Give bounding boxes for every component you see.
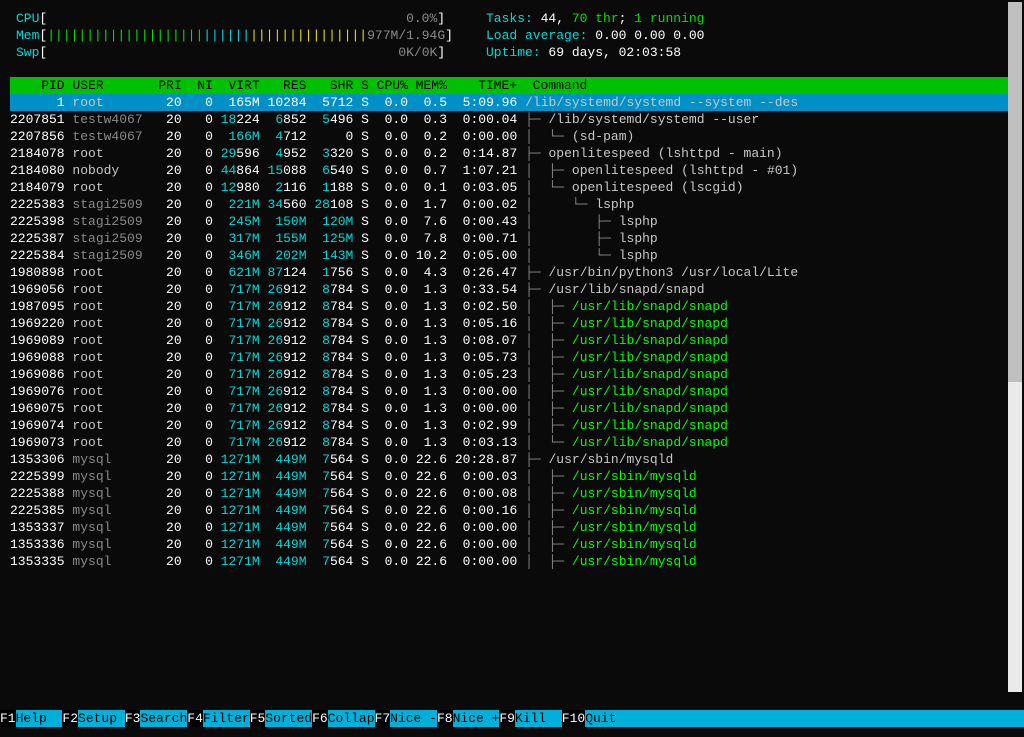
process-row[interactable]: 1969220 root 20 0 717M 26912 8784 S 0.0 … — [10, 315, 1014, 332]
flabel-collap[interactable]: Collap — [328, 710, 375, 727]
fkey-f1[interactable]: F1 — [0, 710, 16, 727]
process-row[interactable]: 1969088 root 20 0 717M 26912 8784 S 0.0 … — [10, 349, 1014, 366]
process-row[interactable]: 1969086 root 20 0 717M 26912 8784 S 0.0 … — [10, 366, 1014, 383]
process-row[interactable]: 1353337 mysql 20 0 1271M 449M 7564 S 0.0… — [10, 519, 1014, 536]
process-row[interactable]: 1969074 root 20 0 717M 26912 8784 S 0.0 … — [10, 417, 1014, 434]
fkey-f9[interactable]: F9 — [499, 710, 515, 727]
table-header[interactable]: PID USER PRI NI VIRT RES SHR S CPU% MEM%… — [10, 77, 1014, 94]
process-row[interactable]: 2225387 stagi2509 20 0 317M 155M 125M S … — [10, 230, 1014, 247]
flabel-nice -[interactable]: Nice - — [390, 710, 437, 727]
footer-bar[interactable]: F1Help F2Setup F3SearchF4FilterF5SortedF… — [0, 710, 1024, 727]
process-row[interactable]: 2225385 mysql 20 0 1271M 449M 7564 S 0.0… — [10, 502, 1014, 519]
flabel-nice +[interactable]: Nice + — [453, 710, 500, 727]
process-table[interactable]: PID USER PRI NI VIRT RES SHR S CPU% MEM%… — [10, 77, 1014, 570]
swp-meter: Swp[ 0K/0K] — [16, 44, 486, 61]
process-row[interactable]: 2207851 testw4067 20 0 18224 6852 5496 S… — [10, 111, 1014, 128]
tasks-line: Tasks: 44, 70 thr; 1 running — [486, 10, 1008, 27]
process-row[interactable]: 1 root 20 0 165M 10284 5712 S 0.0 0.5 5:… — [10, 94, 1014, 111]
flabel-search[interactable]: Search — [140, 710, 187, 727]
flabel-filter[interactable]: Filter — [203, 710, 250, 727]
fkey-f6[interactable]: F6 — [312, 710, 328, 727]
process-row[interactable]: 1969076 root 20 0 717M 26912 8784 S 0.0 … — [10, 383, 1014, 400]
process-row[interactable]: 1969089 root 20 0 717M 26912 8784 S 0.0 … — [10, 332, 1014, 349]
fkey-f4[interactable]: F4 — [187, 710, 203, 727]
process-row[interactable]: 2184078 root 20 0 29596 4952 3320 S 0.0 … — [10, 145, 1014, 162]
process-row[interactable]: 1969056 root 20 0 717M 26912 8784 S 0.0 … — [10, 281, 1014, 298]
process-row[interactable]: 2225399 mysql 20 0 1271M 449M 7564 S 0.0… — [10, 468, 1014, 485]
fkey-f5[interactable]: F5 — [250, 710, 266, 727]
fkey-f10[interactable]: F10 — [562, 710, 585, 727]
flabel-kill[interactable]: Kill — [515, 710, 562, 727]
process-row[interactable]: 2225388 mysql 20 0 1271M 449M 7564 S 0.0… — [10, 485, 1014, 502]
process-row[interactable]: 1353335 mysql 20 0 1271M 449M 7564 S 0.0… — [10, 553, 1014, 570]
fkey-f2[interactable]: F2 — [62, 710, 78, 727]
mem-meter: Mem[||||||||||||||||||||||||||||||||||||… — [16, 27, 486, 44]
flabel-quit[interactable]: Quit — [585, 710, 632, 727]
meters-panel: CPU[ 0.0%] Mem[|||||||||||||||||||||||||… — [10, 6, 1014, 65]
flabel-setup[interactable]: Setup — [78, 710, 125, 727]
process-row[interactable]: 1353306 mysql 20 0 1271M 449M 7564 S 0.0… — [10, 451, 1014, 468]
process-row[interactable]: 2184079 root 20 0 12980 2116 1188 S 0.0 … — [10, 179, 1014, 196]
load-line: Load average: 0.00 0.00 0.00 — [486, 27, 1008, 44]
process-row[interactable]: 1987095 root 20 0 717M 26912 8784 S 0.0 … — [10, 298, 1014, 315]
scrollbar-thumb[interactable] — [1008, 2, 1022, 382]
process-row[interactable]: 2225383 stagi2509 20 0 221M 34560 28108 … — [10, 196, 1014, 213]
process-row[interactable]: 2225384 stagi2509 20 0 346M 202M 143M S … — [10, 247, 1014, 264]
uptime-line: Uptime: 69 days, 02:03:58 — [486, 44, 1008, 61]
process-row[interactable]: 2184080 nobody 20 0 44864 15088 6540 S 0… — [10, 162, 1014, 179]
process-row[interactable]: 2225398 stagi2509 20 0 245M 150M 120M S … — [10, 213, 1014, 230]
fkey-f7[interactable]: F7 — [375, 710, 391, 727]
process-row[interactable]: 1353336 mysql 20 0 1271M 449M 7564 S 0.0… — [10, 536, 1014, 553]
fkey-f3[interactable]: F3 — [125, 710, 141, 727]
process-row[interactable]: 1969075 root 20 0 717M 26912 8784 S 0.0 … — [10, 400, 1014, 417]
flabel-help[interactable]: Help — [16, 710, 63, 727]
cpu-meter: CPU[ 0.0%] — [16, 10, 486, 27]
process-row[interactable]: 2207856 testw4067 20 0 166M 4712 0 S 0.0… — [10, 128, 1014, 145]
fkey-f8[interactable]: F8 — [437, 710, 453, 727]
process-row[interactable]: 1980898 root 20 0 621M 87124 1756 S 0.0 … — [10, 264, 1014, 281]
flabel-sorted[interactable]: Sorted — [265, 710, 312, 727]
process-row[interactable]: 1969073 root 20 0 717M 26912 8784 S 0.0 … — [10, 434, 1014, 451]
